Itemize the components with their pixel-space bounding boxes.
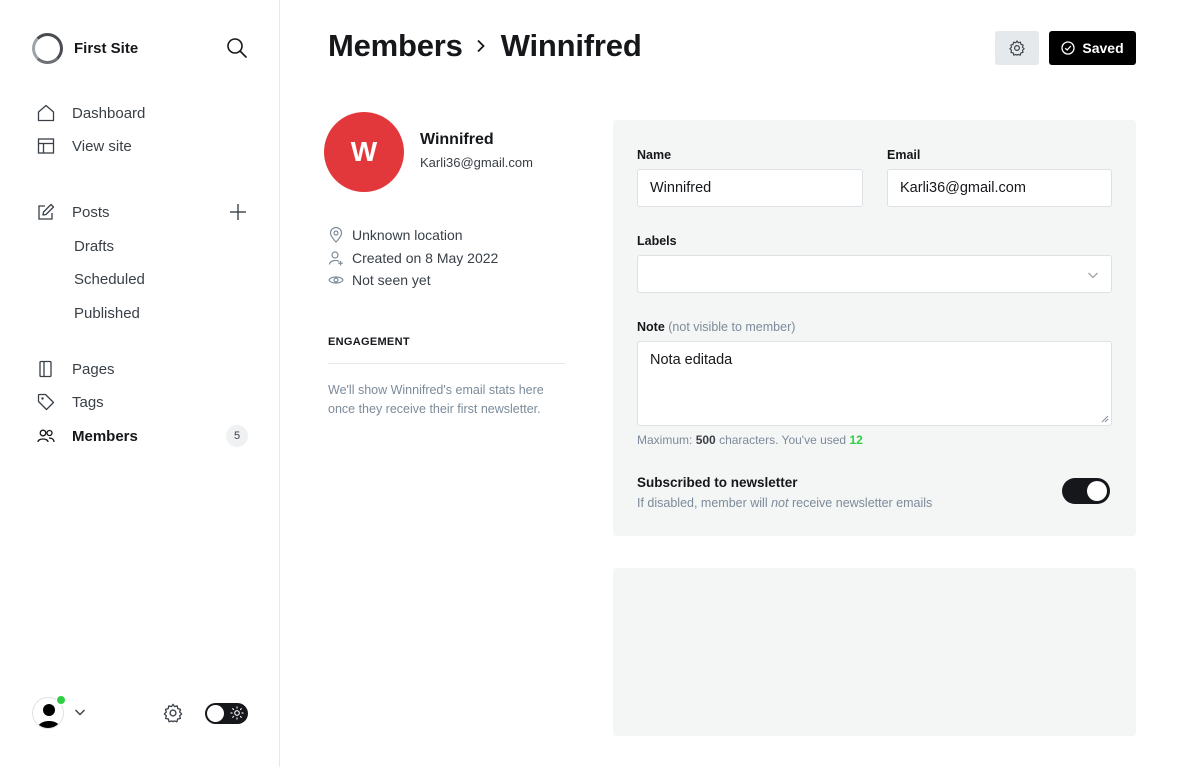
secondary-panel <box>613 568 1136 736</box>
newsletter-desc-em: not <box>771 496 789 510</box>
breadcrumb-members[interactable]: Members <box>328 28 463 64</box>
nav-posts-label: Posts <box>72 203 110 221</box>
site-logo[interactable] <box>32 32 63 64</box>
note-textarea[interactable]: Nota editada <box>637 341 1112 426</box>
chevron-down-icon <box>1088 272 1098 279</box>
member-email: Karli36@gmail.com <box>420 155 533 170</box>
gear-icon <box>1009 40 1025 56</box>
labels-label: Labels <box>637 234 677 248</box>
member-created-text: Created on 8 May 2022 <box>352 250 499 266</box>
saved-label: Saved <box>1082 40 1124 56</box>
name-field[interactable]: Winnifred <box>637 169 863 207</box>
email-label: Email <box>887 148 921 162</box>
nav-published[interactable]: Published <box>36 302 248 324</box>
member-location-text: Unknown location <box>352 227 463 243</box>
nav-dashboard-label: Dashboard <box>72 104 146 122</box>
page-title: Members Winnifred <box>328 28 642 64</box>
nav-posts[interactable]: Posts <box>36 201 248 223</box>
nav-dashboard[interactable]: Dashboard <box>36 102 248 124</box>
name-field-value: Winnifred <box>650 180 712 196</box>
member-seen: Not seen yet <box>328 272 431 288</box>
hint-middle: characters. You've used <box>719 433 847 447</box>
nav-view-site[interactable]: View site <box>36 135 248 157</box>
engagement-heading: ENGAGEMENT <box>328 336 410 348</box>
check-circle-icon <box>1061 41 1076 55</box>
chevron-down-icon[interactable] <box>74 706 86 718</box>
tag-icon <box>36 392 56 412</box>
members-count-badge: 5 <box>226 425 248 447</box>
nav-tags[interactable]: Tags <box>36 391 248 413</box>
nav-members[interactable]: Members 5 <box>36 425 248 447</box>
name-label: Name <box>637 148 672 162</box>
note-label-muted: (not visible to member) <box>668 320 796 334</box>
nav-pages-label: Pages <box>72 360 115 378</box>
site-name[interactable]: First Site <box>74 40 138 57</box>
sidebar: First Site Dashboard View site Posts Dra… <box>0 0 280 767</box>
nav-published-label: Published <box>74 304 140 322</box>
sidebar-footer <box>32 695 248 731</box>
member-settings-button[interactable] <box>995 31 1039 65</box>
newsletter-desc-2: receive newsletter emails <box>791 496 933 510</box>
engagement-divider <box>328 363 565 364</box>
newsletter-desc: If disabled, member will not receive new… <box>637 496 932 510</box>
nav-drafts[interactable]: Drafts <box>36 235 248 257</box>
resize-handle-icon[interactable] <box>1101 415 1109 423</box>
note-char-hint: Maximum: 500 characters. You've used 12 <box>637 433 863 447</box>
member-avatar: W <box>324 112 404 192</box>
add-post-icon[interactable] <box>228 202 248 222</box>
nav-tags-label: Tags <box>72 393 104 411</box>
location-pin-icon <box>328 227 344 243</box>
newsletter-toggle[interactable] <box>1062 478 1110 504</box>
site-header: First Site <box>32 32 248 64</box>
nav-view-site-label: View site <box>72 137 132 155</box>
newsletter-desc-1: If disabled, member will <box>637 496 768 510</box>
engagement-text: We'll show Winnifred's email stats here … <box>328 383 544 416</box>
member-location: Unknown location <box>328 227 463 243</box>
hint-used: 12 <box>849 433 863 447</box>
labels-select[interactable] <box>637 255 1112 293</box>
online-status-dot <box>56 695 66 705</box>
newsletter-toggle-knob <box>1087 481 1107 501</box>
nav-members-label: Members <box>72 427 138 445</box>
users-icon <box>36 426 56 446</box>
toggle-knob <box>207 705 224 722</box>
note-label: Note (not visible to member) <box>637 320 795 334</box>
note-textarea-value: Nota editada <box>650 352 733 368</box>
breadcrumb-current: Winnifred <box>500 28 642 63</box>
member-created: Created on 8 May 2022 <box>328 250 498 266</box>
email-field[interactable]: Karli36@gmail.com <box>887 169 1112 207</box>
member-seen-text: Not seen yet <box>352 272 431 288</box>
sun-icon <box>230 706 244 720</box>
layout-icon <box>36 136 56 156</box>
dark-mode-toggle[interactable] <box>205 703 248 724</box>
hint-max: 500 <box>695 433 716 447</box>
nav-pages[interactable]: Pages <box>36 358 248 380</box>
chevron-right-icon <box>475 38 487 54</box>
nav-drafts-label: Drafts <box>74 237 115 255</box>
eye-icon <box>328 272 344 288</box>
nav-scheduled-label: Scheduled <box>74 270 145 288</box>
edit-icon <box>36 202 56 222</box>
home-icon <box>36 103 56 123</box>
email-field-value: Karli36@gmail.com <box>900 180 1026 196</box>
user-add-icon <box>328 250 344 266</box>
hint-prefix: Maximum: <box>637 433 693 447</box>
member-name: Winnifred <box>420 131 494 148</box>
note-label-text: Note <box>637 320 665 334</box>
page-icon <box>36 359 56 379</box>
newsletter-title: Subscribed to newsletter <box>637 475 798 490</box>
settings-gear-icon[interactable] <box>162 702 184 724</box>
nav-scheduled[interactable]: Scheduled <box>36 268 248 290</box>
search-icon[interactable] <box>226 37 248 59</box>
saved-button[interactable]: Saved <box>1049 31 1136 65</box>
